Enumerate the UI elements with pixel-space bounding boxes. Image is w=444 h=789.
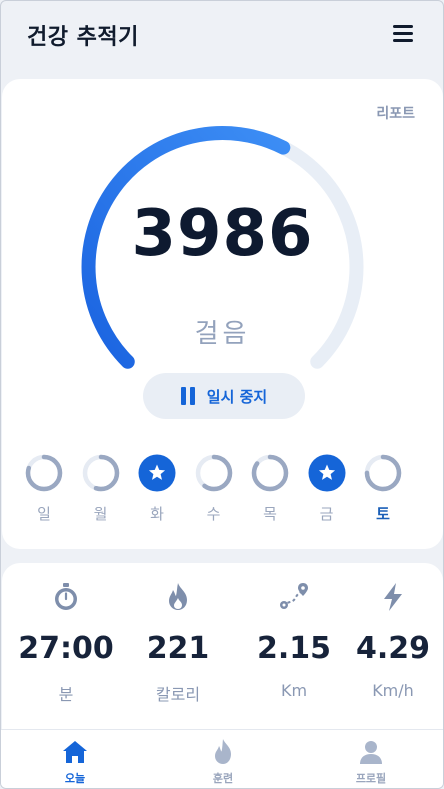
app-header: 건강 추적기	[1, 1, 443, 79]
day-label: 금	[319, 505, 334, 523]
tab-profile[interactable]: 프로필	[321, 734, 421, 788]
pause-button-label: 일시 중지	[206, 387, 268, 406]
bolt-icon	[384, 583, 402, 611]
day-label: 목	[263, 505, 277, 523]
day-indicator[interactable]: 화	[137, 453, 177, 533]
report-link[interactable]: 리포트	[376, 103, 415, 123]
steps-unit: 걸음	[194, 319, 251, 349]
route-icon	[280, 583, 308, 609]
tab-training-label: 훈련	[212, 772, 234, 785]
duration-unit: 분	[58, 685, 74, 704]
pause-icon	[180, 387, 195, 405]
steps-count: 3986	[131, 197, 314, 271]
distance-unit: Km	[280, 681, 308, 700]
day-indicator[interactable]: 금	[307, 453, 347, 533]
day-label: 토	[376, 505, 390, 523]
pause-button[interactable]: 일시 중지	[143, 373, 305, 419]
stopwatch-icon	[55, 583, 77, 610]
star-icon	[308, 454, 345, 492]
app-frame: 건강 추적기 리포트 3986 걸음 일시 중지 일 월 화 수 목 금 토 27:00 분…	[0, 0, 444, 789]
day-label: 월	[93, 505, 108, 523]
day-indicator[interactable]: 목	[250, 453, 290, 533]
stat-calories: 221 칼로리	[128, 563, 228, 729]
speed-value: 4.29	[355, 631, 431, 666]
calories-unit: 칼로리	[155, 685, 201, 704]
day-progress-ring	[195, 454, 232, 492]
day-progress-ring	[25, 454, 63, 492]
stat-duration: 27:00 분	[16, 563, 116, 729]
hamburger-menu-icon[interactable]	[393, 25, 415, 43]
day-progress-ring	[364, 454, 402, 492]
bottom-tab-bar: 오늘 훈련 프로필	[1, 729, 443, 788]
flame-icon	[169, 583, 187, 610]
day-indicator[interactable]: 수	[194, 453, 234, 533]
tab-profile-label: 프로필	[355, 772, 387, 785]
calories-value: 221	[146, 631, 210, 666]
tab-today-label: 오늘	[64, 772, 86, 785]
workout-stats-card: 27:00 분 221 칼로리 2.15 Km 4.29 Km/h	[2, 563, 443, 729]
star-icon	[138, 454, 176, 492]
stat-distance: 2.15 Km	[244, 563, 344, 729]
day-label: 수	[206, 505, 221, 523]
app-title: 건강 추적기	[27, 25, 139, 50]
day-progress-ring	[251, 454, 289, 492]
speed-unit: Km/h	[372, 681, 414, 700]
flame-icon	[215, 739, 231, 764]
home-icon	[63, 741, 87, 763]
duration-value: 27:00	[18, 631, 114, 666]
user-icon	[360, 741, 382, 764]
weekly-progress: 일월화수목금토	[24, 453, 422, 533]
day-progress-ring	[82, 454, 119, 492]
day-label: 일	[37, 505, 51, 523]
tab-training[interactable]: 훈련	[173, 734, 273, 788]
distance-value: 2.15	[256, 631, 332, 666]
day-label: 화	[150, 505, 164, 523]
stat-speed: 4.29 Km/h	[343, 563, 443, 729]
day-indicator[interactable]: 토	[363, 453, 403, 533]
day-indicator[interactable]: 일	[24, 453, 64, 533]
step-tracker-card: 리포트 3986 걸음 일시 중지 일 월 화 수 목 금 토	[2, 79, 443, 549]
day-indicator[interactable]: 월	[81, 453, 121, 533]
tab-today[interactable]: 오늘	[25, 734, 125, 788]
